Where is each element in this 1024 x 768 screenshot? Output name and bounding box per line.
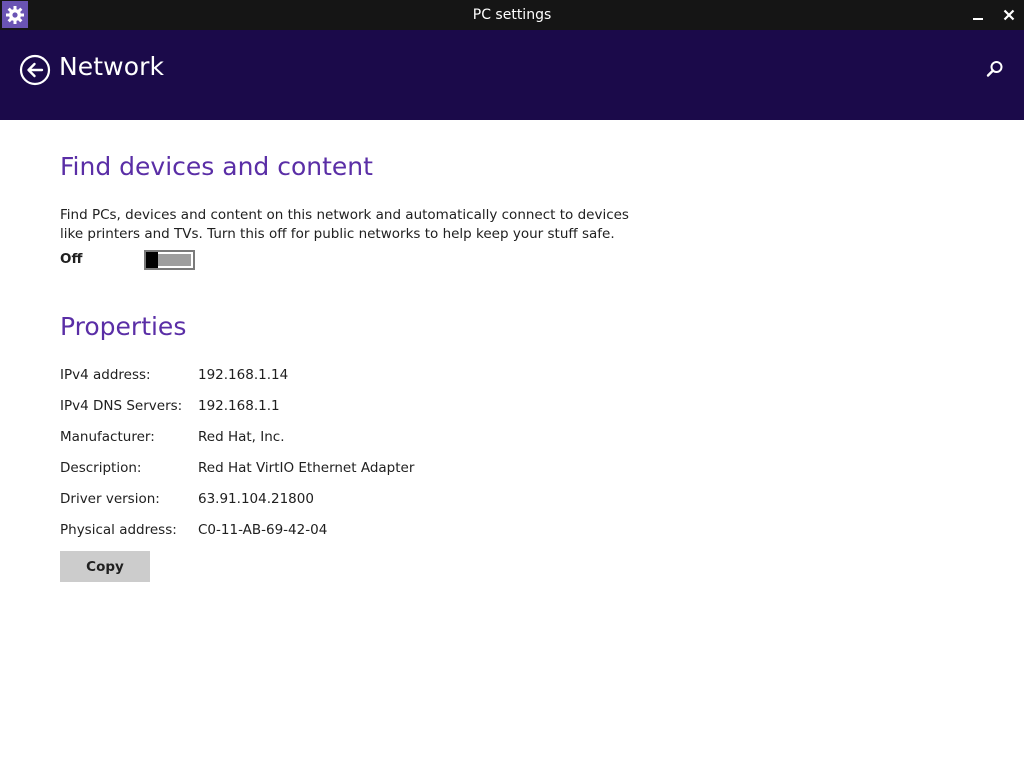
minimize-icon xyxy=(973,18,983,20)
property-row-ipv4-dns-servers: IPv4 DNS Servers: 192.168.1.1 xyxy=(60,398,620,418)
property-row-description: Description: Red Hat VirtIO Ethernet Ada… xyxy=(60,460,620,480)
property-value: C0-11-AB-69-42-04 xyxy=(198,522,328,538)
page-header: Network xyxy=(0,30,1024,120)
find-devices-heading: Find devices and content xyxy=(60,152,373,181)
property-value: 192.168.1.14 xyxy=(198,367,289,383)
search-icon xyxy=(986,61,1003,77)
property-row-driver-version: Driver version: 63.91.104.21800 xyxy=(60,491,620,511)
property-value: Red Hat, Inc. xyxy=(198,429,285,445)
window-title: PC settings xyxy=(472,7,552,23)
property-label: Description: xyxy=(60,460,142,476)
properties-heading: Properties xyxy=(60,312,187,341)
property-label: Driver version: xyxy=(60,491,160,507)
close-button[interactable] xyxy=(994,0,1024,30)
copy-button[interactable]: Copy xyxy=(60,551,150,582)
toggle-track xyxy=(158,254,191,266)
title-bar: PC settings xyxy=(0,0,1024,30)
property-label: IPv4 address: xyxy=(60,367,151,383)
back-arrow-icon xyxy=(19,54,51,86)
minimize-button[interactable] xyxy=(963,0,993,30)
property-row-manufacturer: Manufacturer: Red Hat, Inc. xyxy=(60,429,620,449)
find-devices-description: Find PCs, devices and content on this ne… xyxy=(60,207,629,242)
find-devices-toggle[interactable] xyxy=(144,250,195,270)
property-label: Physical address: xyxy=(60,522,177,538)
property-label: IPv4 DNS Servers: xyxy=(60,398,183,414)
property-row-ipv4-address: IPv4 address: 192.168.1.14 xyxy=(60,367,620,387)
back-button[interactable] xyxy=(19,54,51,86)
close-icon xyxy=(1003,9,1015,21)
toggle-state-label: Off xyxy=(60,251,83,267)
property-value: 192.168.1.1 xyxy=(198,398,280,414)
page-title: Network xyxy=(59,52,165,81)
property-value: 63.91.104.21800 xyxy=(198,491,314,507)
pc-settings-window: PC settings Network Find devices and con… xyxy=(0,0,1024,768)
search-button[interactable] xyxy=(984,58,1006,80)
toggle-thumb[interactable] xyxy=(146,252,158,268)
property-label: Manufacturer: xyxy=(60,429,155,445)
property-row-physical-address: Physical address: C0-11-AB-69-42-04 xyxy=(60,522,620,542)
property-value: Red Hat VirtIO Ethernet Adapter xyxy=(198,460,415,476)
